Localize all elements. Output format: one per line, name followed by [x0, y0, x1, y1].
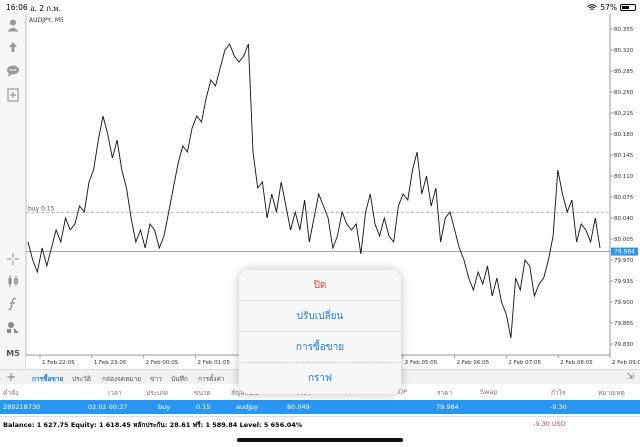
- y-tick-label: 79.830: [614, 342, 634, 348]
- row-ticket: 289218730: [3, 403, 41, 411]
- x-tick-label: 2 Feb 09:05: [612, 360, 640, 366]
- modify-order-button[interactable]: ปรับเปลี่ยน: [239, 301, 401, 332]
- indicators-icon[interactable]: [4, 295, 22, 313]
- battery-icon: [620, 4, 636, 11]
- order-action-menu: ปิด ปรับเปลี่ยน การซื้อขาย กราฟ: [239, 270, 401, 394]
- x-tick-label: 2 Feb 00:05: [146, 360, 179, 366]
- trade-arrows-icon[interactable]: [4, 38, 22, 56]
- x-tick-label: 2 Feb 05:05: [405, 360, 438, 366]
- y-tick-label: 79.865: [614, 321, 634, 327]
- close-order-button[interactable]: ปิด: [239, 270, 401, 301]
- row-size: 0.15: [196, 403, 211, 411]
- y-tick-label: 79.935: [614, 279, 634, 285]
- y-tick-label: 80.355: [614, 27, 634, 33]
- account-icon[interactable]: [4, 16, 22, 34]
- chart-button[interactable]: กราฟ: [239, 363, 401, 394]
- row-symbol: audjpy: [236, 403, 259, 411]
- header-swap: Swap: [480, 388, 498, 396]
- header-time: เวลา: [108, 389, 122, 397]
- table-row[interactable]: 289218730 02.02 00:37 buy 0.15 audjpy 80…: [0, 400, 640, 414]
- x-tick-label: 2 Feb 06:05: [457, 360, 490, 366]
- tab-settings[interactable]: การตั้งค่า: [198, 374, 224, 384]
- y-tick-label: 80.285: [614, 69, 634, 75]
- row-open-price: 80.049: [287, 403, 310, 411]
- trade-button[interactable]: การซื้อขาย: [239, 332, 401, 363]
- candlestick-icon[interactable]: [4, 272, 22, 290]
- home-indicator: [237, 438, 403, 442]
- y-tick-label: 80.145: [614, 153, 634, 159]
- x-tick-label: 1 Feb 22:05: [42, 360, 75, 366]
- tab-journal[interactable]: บันทึก: [171, 374, 188, 384]
- row-current-price: 79.984: [436, 403, 459, 411]
- header-type: ประเภท: [146, 389, 168, 397]
- y-tick-label: 79.970: [614, 258, 634, 264]
- collapse-panel-icon[interactable]: ⇲: [626, 372, 634, 382]
- balance-summary: Balance: 1 627.75 Equity: 1 618.45 หลักป…: [3, 421, 303, 429]
- chat-icon[interactable]: [4, 62, 22, 80]
- y-tick-label: 80.180: [614, 132, 634, 138]
- current-price-label: 79.984: [614, 249, 635, 256]
- timeframe-button[interactable]: M5: [4, 344, 22, 362]
- x-tick-label: 2 Feb 01:05: [197, 360, 230, 366]
- x-tick-label: 2 Feb 08:05: [560, 360, 593, 366]
- header-size: ขนาด: [194, 389, 211, 397]
- buy-level-label: buy 0.15: [28, 206, 55, 213]
- header-profit: กำไร: [551, 389, 566, 397]
- row-time: 02.02 00:37: [88, 403, 128, 411]
- y-tick-label: 80.005: [614, 237, 634, 243]
- y-tick-label: 80.040: [614, 216, 634, 222]
- total-profit: -9.30 USD: [533, 420, 566, 428]
- y-tick-label: 79.900: [614, 300, 634, 306]
- y-tick-label: 80.250: [614, 90, 634, 96]
- header-order: คำสั่ง: [3, 389, 19, 397]
- add-icon[interactable]: +: [6, 370, 16, 384]
- chart-toolbar: M5: [0, 14, 26, 369]
- x-tick-label: 1 Feb 23:05: [94, 360, 127, 366]
- header-comment: หมายเหตุ: [598, 389, 625, 397]
- tab-mailbox[interactable]: กล่องจดหมาย: [102, 374, 141, 384]
- row-profit: -9.30: [550, 403, 567, 411]
- row-type: buy: [158, 403, 171, 411]
- status-right: 57%: [587, 3, 636, 12]
- battery-percent: 57%: [600, 3, 617, 12]
- y-tick-label: 80.075: [614, 195, 634, 201]
- y-tick-label: 80.215: [614, 111, 634, 117]
- y-tick-label: 80.320: [614, 48, 634, 54]
- status-time: 16:06: [6, 3, 28, 12]
- balance-bar: Balance: 1 627.75 Equity: 1 618.45 หลักป…: [0, 416, 640, 430]
- objects-icon[interactable]: [4, 318, 22, 336]
- status-bar: 16:06 อ. 2 ก.พ. 57%: [0, 0, 640, 14]
- x-tick-label: 2 Feb 07:05: [508, 360, 541, 366]
- crosshair-icon[interactable]: [4, 250, 22, 268]
- tab-history[interactable]: ประวัติ: [72, 374, 91, 384]
- wifi-icon: [587, 4, 598, 10]
- y-tick-label: 80.110: [614, 174, 634, 180]
- new-document-icon[interactable]: [4, 86, 22, 104]
- header-current-price: ราคา: [437, 389, 453, 397]
- tab-news[interactable]: ข่าว: [150, 374, 162, 384]
